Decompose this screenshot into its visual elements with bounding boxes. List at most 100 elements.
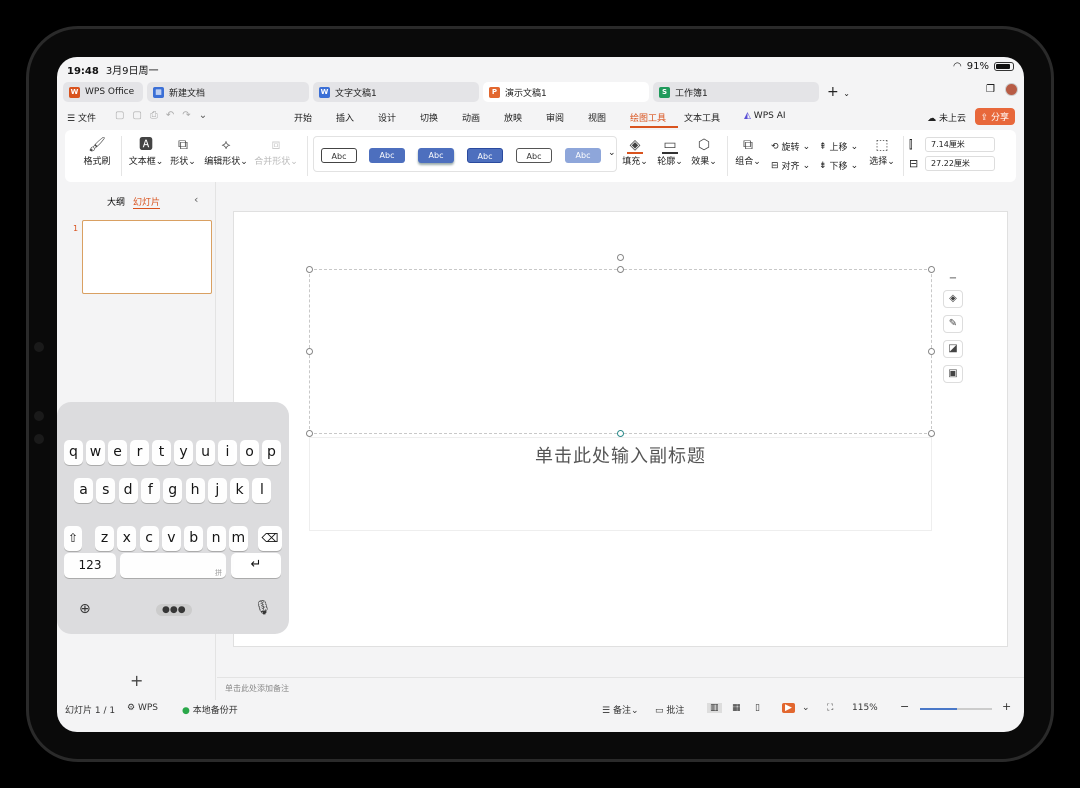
resize-handle[interactable] xyxy=(928,348,935,355)
key-i[interactable]: i xyxy=(218,440,237,465)
reading-view-icon[interactable]: ▯ xyxy=(755,703,760,713)
title-placeholder-selected[interactable] xyxy=(309,269,932,434)
tab-slides[interactable]: 幻灯片 xyxy=(133,195,161,209)
grid-view-icon[interactable]: ▦ xyxy=(732,703,741,713)
wps-status[interactable]: ⚙ WPS xyxy=(127,703,158,713)
tab-wps-office[interactable]: W WPS Office xyxy=(63,82,143,102)
zoom-slider[interactable] xyxy=(920,708,992,710)
play-options-icon[interactable]: ⌄ xyxy=(802,703,810,713)
slide-thumbnail[interactable] xyxy=(82,220,212,294)
resize-handle[interactable] xyxy=(306,430,313,437)
resize-handle[interactable] xyxy=(617,266,624,273)
tab-review[interactable]: 审阅 xyxy=(546,111,588,128)
microphone-icon[interactable]: 🎙︎ xyxy=(254,600,272,616)
key-o[interactable]: o xyxy=(240,440,259,465)
key-h[interactable]: h xyxy=(185,478,205,503)
tab-presentation[interactable]: P 演示文稿1 xyxy=(483,82,649,102)
chevron-down-icon[interactable]: ⌄ xyxy=(199,110,207,121)
key-q[interactable]: q xyxy=(64,440,83,465)
key-j[interactable]: j xyxy=(207,478,227,503)
move-down-button[interactable]: ⇟ 下移 ⌄ xyxy=(819,159,858,173)
zoom-out-button[interactable]: − xyxy=(900,700,909,713)
notes-toggle[interactable]: ☰ 备注⌄ xyxy=(602,703,639,716)
tab-workbook[interactable]: S 工作簿1 xyxy=(653,82,819,102)
collapse-float-icon[interactable]: − xyxy=(945,271,961,289)
key-x[interactable]: x xyxy=(117,526,137,551)
layers-icon[interactable]: ◈ xyxy=(943,290,963,308)
resize-handle[interactable] xyxy=(306,348,313,355)
tab-drawing-tools[interactable]: 绘图工具 xyxy=(630,111,678,128)
rotate-button[interactable]: ⟲ 旋转 ⌄ xyxy=(771,140,810,154)
shape-button[interactable]: ⧉ 形状⌄ xyxy=(167,136,199,167)
key-t[interactable]: t xyxy=(152,440,171,465)
fill-style-icon[interactable]: ◪ xyxy=(943,340,963,358)
tab-design[interactable]: 设计 xyxy=(378,111,420,128)
globe-icon[interactable]: ⊕ xyxy=(79,601,91,617)
edit-shape-button[interactable]: ⟡ 编辑形状⌄ xyxy=(203,136,249,167)
key-a[interactable]: a xyxy=(74,478,93,503)
tab-animation[interactable]: 动画 xyxy=(462,111,504,128)
file-menu[interactable]: ☰ 文件 xyxy=(67,111,96,124)
resize-handle[interactable] xyxy=(928,430,935,437)
format-painter-button[interactable]: 🖌︎ 格式刷 xyxy=(79,136,115,167)
resize-handle[interactable] xyxy=(306,266,313,273)
key-l[interactable]: l xyxy=(252,478,272,503)
style-preset[interactable]: Abc xyxy=(418,148,454,163)
numbers-key[interactable]: 123 xyxy=(64,553,116,578)
tab-text-document[interactable]: W 文字文稿1 xyxy=(313,82,479,102)
add-slide-button[interactable]: + xyxy=(130,671,143,690)
key-n[interactable]: n xyxy=(206,526,226,551)
return-key[interactable]: ↵ xyxy=(231,553,281,578)
key-y[interactable]: y xyxy=(174,440,193,465)
outline-button[interactable]: ▭ 轮廓⌄ xyxy=(655,136,685,167)
align-button[interactable]: ⊟ 对齐 ⌄ xyxy=(771,159,810,173)
key-v[interactable]: v xyxy=(161,526,181,551)
export-pdf-icon[interactable]: ▢ xyxy=(132,110,141,121)
resize-handle[interactable] xyxy=(617,430,624,437)
backup-status[interactable]: ● 本地备份开 xyxy=(182,703,238,716)
undo-icon[interactable]: ↶ xyxy=(166,110,174,121)
print-icon[interactable]: ⎙ xyxy=(150,110,158,121)
key-g[interactable]: g xyxy=(163,478,183,503)
play-icon[interactable]: ▶ xyxy=(782,703,795,713)
space-key[interactable]: 拼 xyxy=(120,553,226,578)
tab-outline[interactable]: 大纲 xyxy=(107,195,125,209)
shift-key[interactable]: ⇧ xyxy=(64,526,82,551)
redo-icon[interactable]: ↷ xyxy=(182,110,190,121)
key-c[interactable]: c xyxy=(139,526,159,551)
key-e[interactable]: e xyxy=(108,440,127,465)
share-button[interactable]: ⇪ 分享 xyxy=(974,108,1015,125)
tab-start[interactable]: 开始 xyxy=(294,111,336,128)
effect-button[interactable]: ⬡ 效果⌄ xyxy=(689,136,719,167)
key-p[interactable]: p xyxy=(262,440,281,465)
tab-transition[interactable]: 切换 xyxy=(420,111,462,128)
textbox-button[interactable]: 🅰︎ 文本框⌄ xyxy=(125,136,167,167)
tab-wps-ai[interactable]: ◭ WPS AI xyxy=(744,111,804,128)
tab-insert[interactable]: 插入 xyxy=(336,111,378,128)
style-preset[interactable]: Abc xyxy=(516,148,552,163)
zoom-in-button[interactable]: + xyxy=(1002,700,1011,713)
fit-screen-icon[interactable]: ⛶ xyxy=(827,703,833,713)
new-tab-button[interactable]: + ⌄ xyxy=(827,82,850,102)
key-m[interactable]: m xyxy=(228,526,248,551)
tab-view[interactable]: 视图 xyxy=(588,111,630,128)
frame-icon[interactable]: ▣ xyxy=(943,365,963,383)
collapse-panel-icon[interactable]: ‹ xyxy=(194,193,198,206)
style-preset[interactable]: Abc xyxy=(321,148,357,163)
key-k[interactable]: k xyxy=(230,478,250,503)
key-s[interactable]: s xyxy=(96,478,116,503)
group-button[interactable]: ⧉ 组合⌄ xyxy=(733,136,763,167)
height-input[interactable]: 7.14厘米 xyxy=(925,137,995,152)
key-b[interactable]: b xyxy=(184,526,204,551)
key-z[interactable]: z xyxy=(95,526,114,551)
notes-placeholder[interactable]: 单击此处添加备注 xyxy=(225,683,289,694)
style-preset[interactable]: Abc xyxy=(369,148,405,163)
tab-new-document[interactable]: ▦ 新建文档 xyxy=(147,82,309,102)
delete-key[interactable]: ⌫ xyxy=(258,526,282,551)
window-icon[interactable]: ❐ xyxy=(986,84,995,95)
comments-toggle[interactable]: ▭ 批注 xyxy=(655,703,684,716)
select-button[interactable]: ⬚ 选择⌄ xyxy=(867,136,897,167)
width-input[interactable]: 27.22厘米 xyxy=(925,156,995,171)
move-up-button[interactable]: ⇞ 上移 ⌄ xyxy=(819,140,858,154)
key-r[interactable]: r xyxy=(130,440,149,465)
